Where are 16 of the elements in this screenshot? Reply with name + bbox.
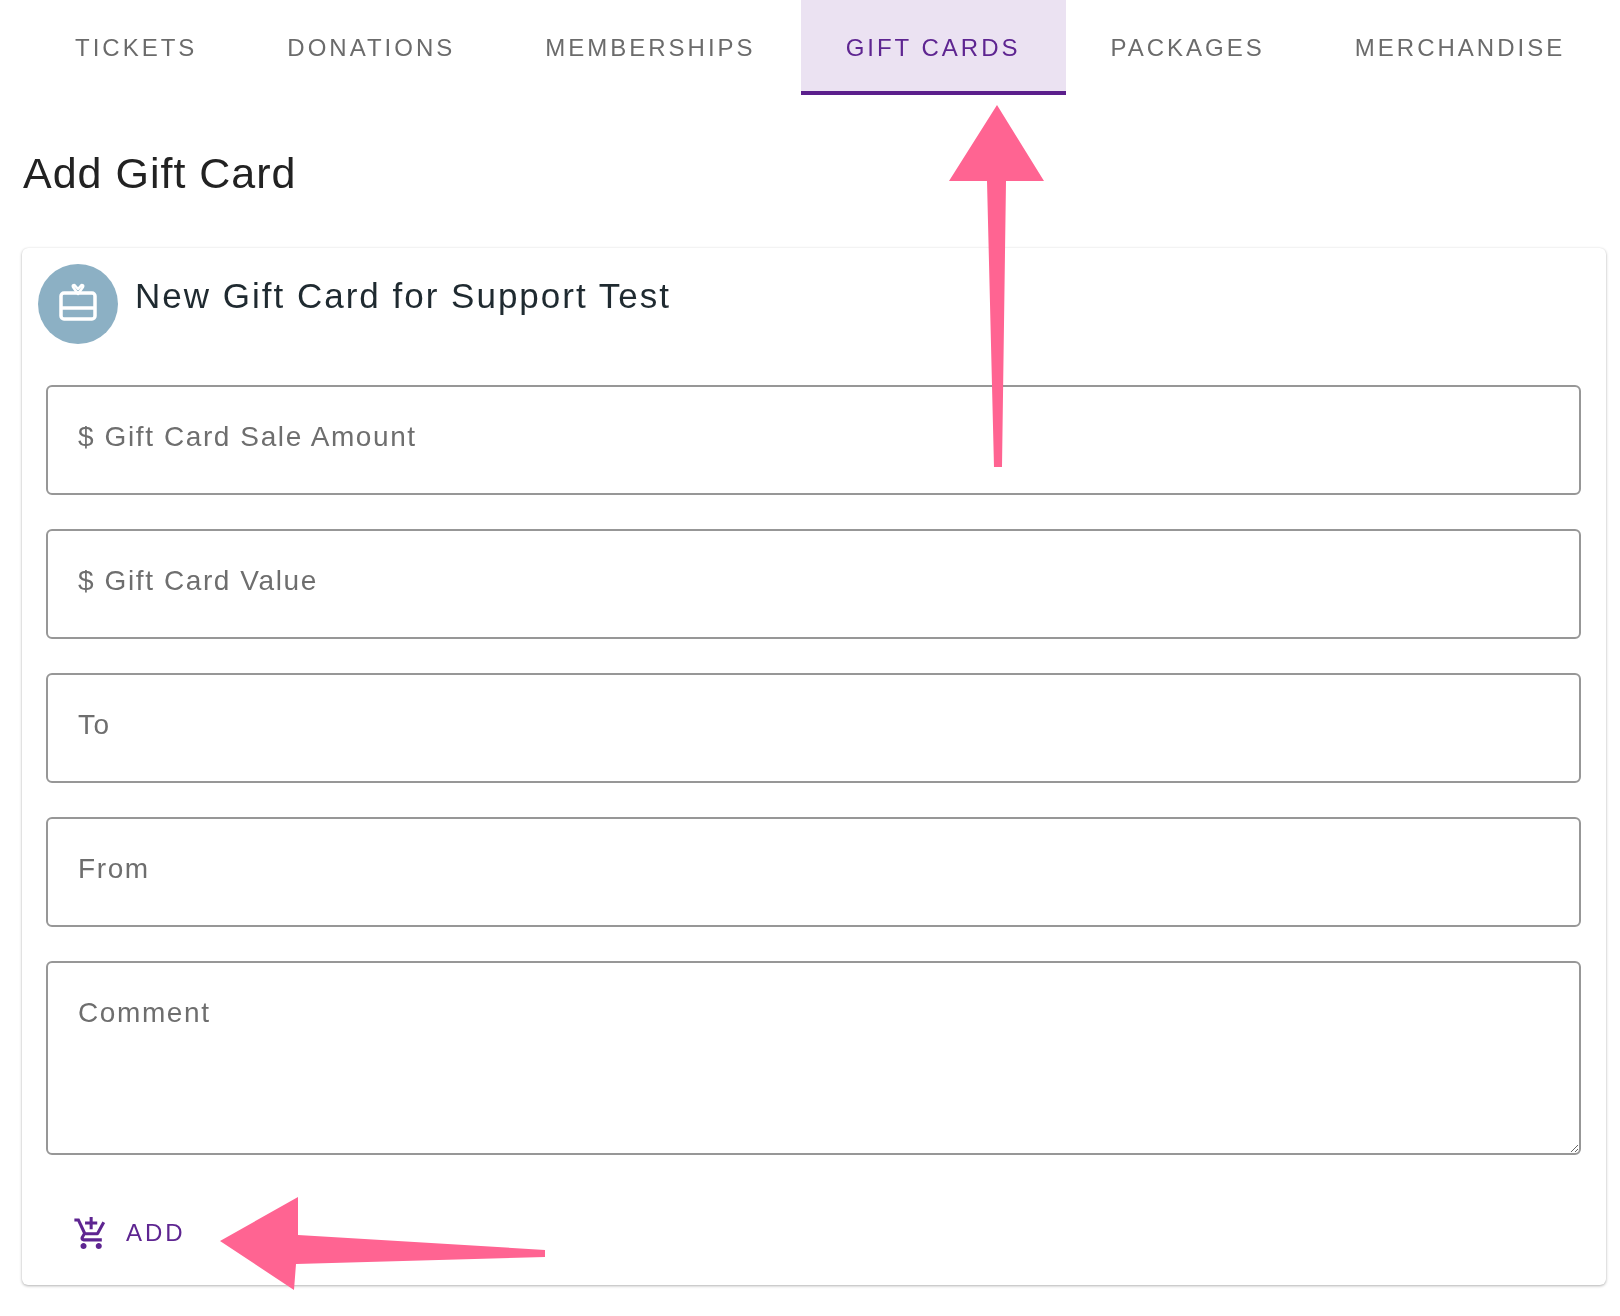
- input-field[interactable]: To: [46, 673, 1581, 783]
- input-field[interactable]: $ Gift Card Value: [46, 529, 1581, 639]
- cart-plus-icon: [74, 1217, 106, 1249]
- textarea-field[interactable]: Comment: [46, 961, 1581, 1155]
- page-title: Add Gift Card: [23, 148, 298, 199]
- input-field[interactable]: From: [46, 817, 1581, 927]
- tab[interactable]: GIFT CARDS: [800, 0, 1066, 95]
- tab[interactable]: TICKETS: [30, 0, 243, 95]
- card-title: New Gift Card for Support Test: [135, 275, 671, 317]
- tab[interactable]: PACKAGES: [1065, 0, 1310, 95]
- tab[interactable]: DONATIONS: [242, 0, 501, 95]
- gift-card-icon: [38, 264, 118, 344]
- tab[interactable]: MERCHANDISE: [1309, 0, 1611, 95]
- input-field[interactable]: $ Gift Card Sale Amount: [46, 385, 1581, 495]
- add-button[interactable]: ADD: [58, 1207, 202, 1259]
- tab[interactable]: MEMBERSHIPS: [500, 0, 801, 95]
